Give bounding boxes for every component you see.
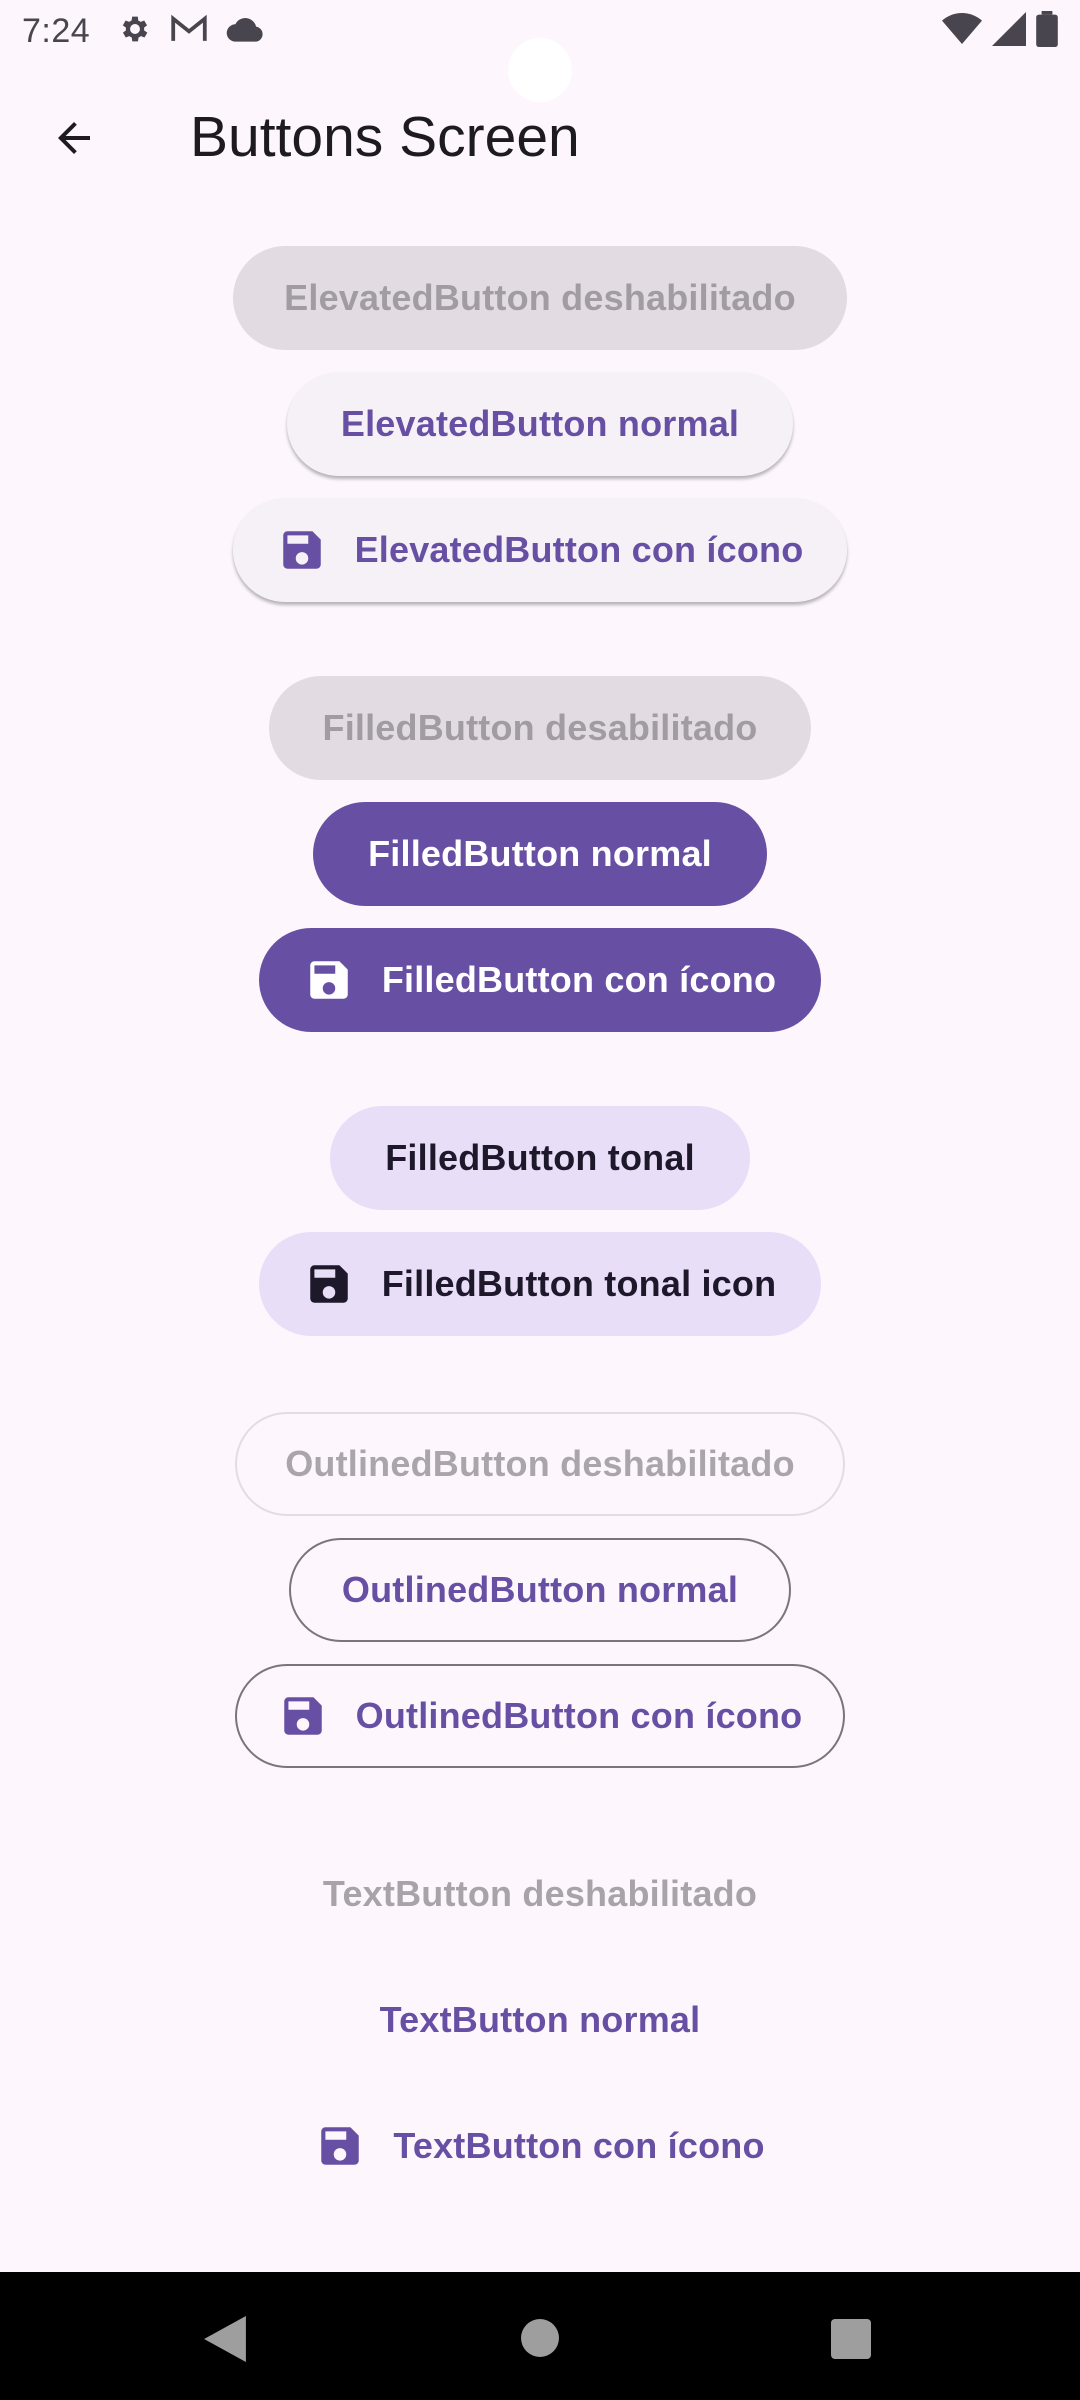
app-bar: Buttons Screen [0, 86, 1080, 186]
outlined-button-with-icon[interactable]: OutlinedButton con ícono [235, 1664, 845, 1768]
elevated-button-normal[interactable]: ElevatedButton normal [287, 372, 793, 476]
nav-home-icon[interactable] [521, 2319, 559, 2357]
button-label: TextButton deshabilitado [322, 1873, 758, 1914]
filled-button-disabled: FilledButton desabilitado [269, 676, 811, 780]
elevated-button-disabled: ElevatedButton deshabilitado [233, 246, 847, 350]
tonal-button-normal[interactable]: FilledButton tonal [330, 1106, 750, 1210]
signal-icon [992, 11, 1026, 51]
button-label: TextButton normal [379, 1999, 701, 2040]
status-notification-icons [118, 12, 264, 51]
text-button-with-icon[interactable]: TextButton con ícono [310, 2094, 770, 2198]
outlined-button-normal[interactable]: OutlinedButton normal [289, 1538, 791, 1642]
battery-icon [1036, 10, 1058, 52]
tonal-button-with-icon[interactable]: FilledButton tonal icon [259, 1232, 821, 1336]
button-label: OutlinedButton normal [341, 1569, 739, 1610]
text-button-normal[interactable]: TextButton normal [370, 1968, 710, 2072]
text-button-disabled: TextButton deshabilitado [320, 1842, 760, 1946]
status-system-icons [942, 10, 1058, 52]
system-navigation-bar [0, 2272, 1080, 2400]
save-icon [304, 955, 354, 1005]
wifi-icon [942, 12, 982, 50]
elevated-button-with-icon[interactable]: ElevatedButton con ícono [233, 498, 847, 602]
filled-button-normal[interactable]: FilledButton normal [313, 802, 767, 906]
outlined-button-disabled: OutlinedButton deshabilitado [235, 1412, 845, 1516]
filled-button-with-icon[interactable]: FilledButton con ícono [259, 928, 821, 1032]
button-label: OutlinedButton deshabilitado [285, 1443, 795, 1484]
save-icon [277, 525, 327, 575]
button-label: FilledButton normal [368, 833, 712, 874]
button-label: ElevatedButton normal [340, 403, 740, 444]
button-label: FilledButton desabilitado [322, 707, 758, 748]
button-label: ElevatedButton con ícono [354, 529, 804, 570]
save-icon [304, 1259, 354, 1309]
save-icon [315, 2121, 365, 2171]
cloud-icon [226, 16, 264, 47]
nav-recents-icon[interactable] [831, 2319, 871, 2359]
button-label: OutlinedButton con ícono [355, 1695, 803, 1736]
button-label: TextButton con ícono [393, 2125, 765, 2166]
arrow-back-icon [50, 114, 98, 167]
back-button[interactable] [40, 106, 108, 174]
gear-icon [118, 12, 152, 51]
page-title: Buttons Screen [190, 105, 580, 169]
button-label: FilledButton con ícono [381, 959, 777, 1000]
button-label: FilledButton tonal [385, 1137, 695, 1178]
button-label: ElevatedButton deshabilitado [284, 277, 796, 318]
status-time: 7:24 [22, 11, 91, 50]
save-icon [278, 1691, 328, 1741]
button-label: FilledButton tonal icon [381, 1263, 777, 1304]
gmail-icon [170, 14, 208, 49]
nav-back-icon[interactable] [204, 2316, 246, 2367]
